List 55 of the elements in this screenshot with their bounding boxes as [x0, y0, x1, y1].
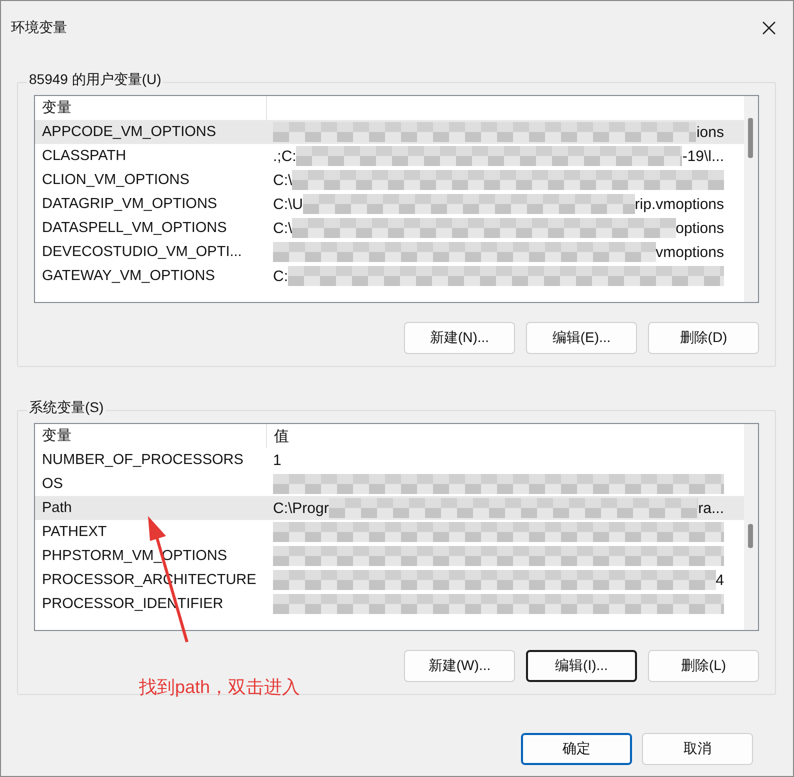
group-title: 85949 的用户变量(U): [27, 71, 164, 89]
variable-name: CLION_VM_OPTIONS: [41, 172, 190, 188]
variable-name: DEVECOSTUDIO_VM_OPTI...: [41, 244, 243, 260]
variable-name: Path: [41, 500, 73, 516]
list-row[interactable]: CLASSPATH .;C: -19\l...: [35, 144, 744, 168]
variable-name: GATEWAY_VM_OPTIONS: [41, 268, 216, 284]
variable-value: ions: [696, 124, 724, 140]
dialog-button[interactable]: 删除(L): [648, 650, 759, 682]
list-row[interactable]: OS: [35, 472, 744, 496]
variable-value: 4: [716, 572, 724, 588]
list-row[interactable]: APPCODE_VM_OPTIONS ions: [35, 120, 744, 144]
variable-value: C:\: [273, 220, 292, 236]
dialog-button[interactable]: 删除(D): [648, 322, 759, 354]
variable-value: ra...: [698, 500, 724, 516]
variable-name: CLASSPATH: [41, 148, 128, 164]
list-row[interactable]: Path C:\Progr ra...: [35, 496, 744, 520]
variable-name: APPCODE_VM_OPTIONS: [41, 124, 218, 140]
variable-value: -19\l...: [682, 148, 724, 164]
variable-name: PATHEXT: [41, 524, 108, 540]
list-row[interactable]: DEVECOSTUDIO_VM_OPTI... vmoptions: [35, 240, 744, 264]
variable-value: C:\Progr: [273, 500, 329, 516]
column-header[interactable]: 值: [267, 426, 289, 446]
variable-value: C:\U: [273, 196, 303, 212]
scrollbar[interactable]: [744, 424, 758, 630]
dialog-button[interactable]: 新建(W)...: [404, 650, 515, 682]
column-header[interactable]: 变量: [35, 424, 267, 448]
list-row[interactable]: GATEWAY_VM_OPTIONS C:: [35, 264, 744, 288]
variable-name: DATAGRIP_VM_OPTIONS: [41, 196, 218, 212]
list-row[interactable]: PATHEXT: [35, 520, 744, 544]
list-row[interactable]: DATAGRIP_VM_OPTIONS C:\U rip.vmoptions: [35, 192, 744, 216]
dialog-button[interactable]: 编辑(E)...: [526, 322, 637, 354]
dialog-button[interactable]: 新建(N)...: [404, 322, 515, 354]
variable-value: .;C:: [273, 148, 296, 164]
variable-value: C:\: [273, 172, 292, 188]
list-row[interactable]: CLION_VM_OPTIONS C:\: [35, 168, 744, 192]
variable-value: vmoptions: [656, 244, 724, 260]
group-title: 系统变量(S): [27, 399, 106, 417]
scrollbar-thumb[interactable]: [748, 118, 753, 158]
list-row[interactable]: NUMBER_OF_PROCESSORS 1: [35, 448, 744, 472]
scrollbar[interactable]: [744, 96, 758, 302]
window-title: 环境变量: [11, 18, 67, 36]
dialog-button[interactable]: 编辑(I)...: [526, 650, 637, 682]
variable-name: DATASPELL_VM_OPTIONS: [41, 220, 228, 236]
close-icon[interactable]: [762, 20, 776, 34]
variable-value: 1: [273, 452, 282, 468]
dialog-button[interactable]: 取消: [642, 733, 753, 765]
variable-value: options: [676, 220, 724, 236]
dialog-button[interactable]: 确定: [521, 733, 632, 765]
variable-value: rip.vmoptions: [634, 196, 724, 212]
variable-name: OS: [41, 476, 64, 492]
annotation-text: 找到path，双击进入: [139, 676, 300, 699]
variable-value: C:: [273, 268, 288, 284]
variable-name: NUMBER_OF_PROCESSORS: [41, 452, 244, 468]
list-row[interactable]: DATASPELL_VM_OPTIONS C:\ options: [35, 216, 744, 240]
scrollbar-thumb[interactable]: [748, 524, 753, 548]
